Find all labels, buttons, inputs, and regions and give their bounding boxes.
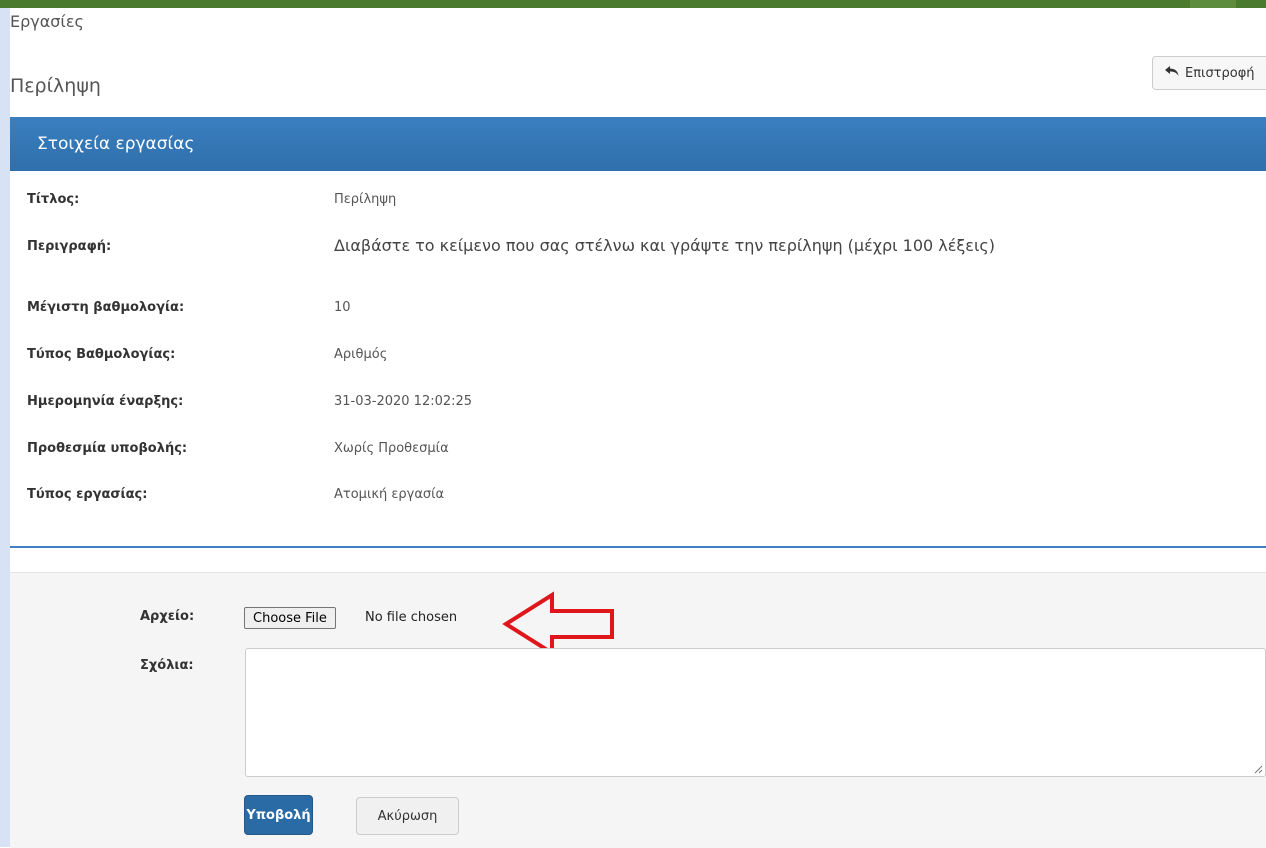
detail-value: 10 bbox=[334, 300, 351, 315]
submit-button[interactable]: Υποβολή bbox=[244, 795, 313, 835]
left-sidebar-edge bbox=[0, 8, 10, 847]
comments-label: Σχόλια: bbox=[140, 658, 194, 673]
top-bar bbox=[0, 0, 1266, 8]
detail-value: Αριθμός bbox=[334, 347, 388, 362]
file-label: Αρχείο: bbox=[140, 609, 195, 624]
back-button-label: Επιστροφή bbox=[1185, 65, 1255, 81]
reply-icon bbox=[1165, 65, 1179, 81]
back-button[interactable]: Επιστροφή bbox=[1152, 56, 1266, 90]
breadcrumb[interactable]: Εργασίες bbox=[10, 12, 84, 31]
top-bar-tab bbox=[1190, 0, 1236, 8]
submission-form: Αρχείο: Choose File No file chosen Σχόλι… bbox=[10, 572, 1266, 848]
detail-label: Τύπος εργασίας: bbox=[27, 487, 148, 502]
page-title: Περίληψη bbox=[10, 75, 101, 97]
detail-label: Προθεσμία υποβολής: bbox=[27, 441, 188, 456]
detail-label: Τίτλος: bbox=[27, 192, 80, 207]
file-status: No file chosen bbox=[365, 610, 458, 625]
detail-label: Τύπος Βαθμολογίας: bbox=[27, 347, 176, 362]
detail-label: Ημερομηνία έναρξης: bbox=[27, 394, 184, 409]
detail-label: Μέγιστη βαθμολογία: bbox=[27, 300, 185, 315]
detail-value: Διαβάστε το κείμενο που σας στέλνω και γ… bbox=[334, 236, 995, 255]
panel-heading: Στοιχεία εργασίας bbox=[10, 117, 1266, 171]
resize-grip-icon[interactable] bbox=[1253, 764, 1263, 774]
detail-value: Ατομική εργασία bbox=[334, 487, 445, 502]
detail-value: Περίληψη bbox=[334, 192, 397, 207]
detail-value: 31-03-2020 12:02:25 bbox=[334, 394, 473, 409]
comments-textarea[interactable] bbox=[245, 648, 1266, 777]
assignment-details-panel: Στοιχεία εργασίας Τίτλος: Περίληψη Περιγ… bbox=[10, 117, 1266, 549]
cancel-button[interactable]: Ακύρωση bbox=[356, 797, 459, 835]
detail-label: Περιγραφή: bbox=[27, 239, 112, 254]
detail-value: Χωρίς Προθεσμία bbox=[334, 441, 449, 456]
choose-file-button[interactable]: Choose File bbox=[244, 607, 336, 629]
panel-bottom-border bbox=[10, 546, 1266, 548]
